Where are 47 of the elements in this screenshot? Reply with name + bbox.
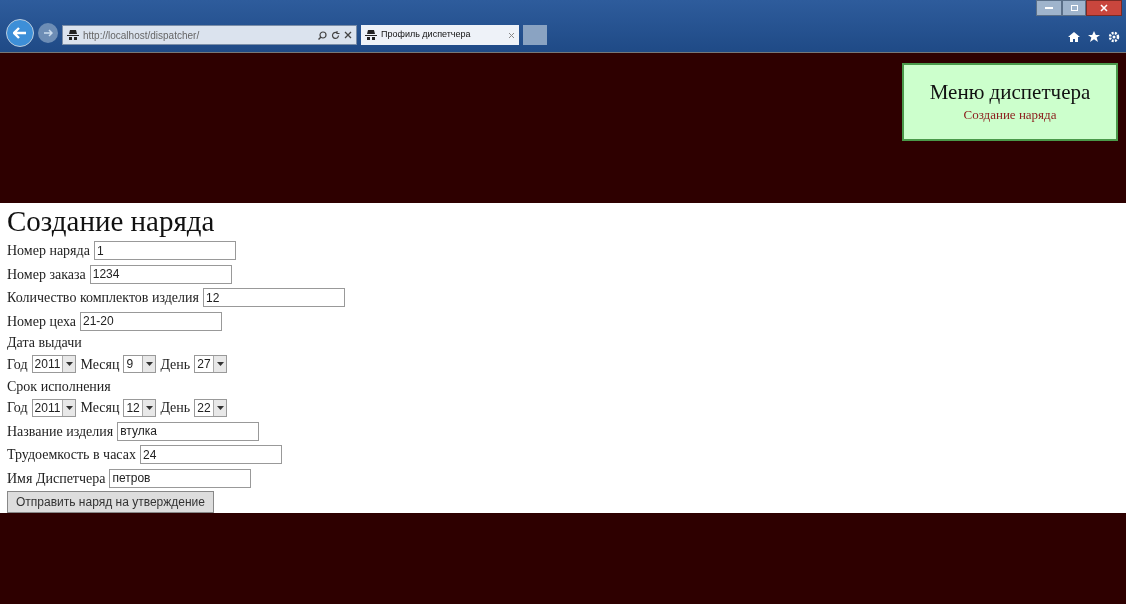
address-text: http://localhost/dispatcher/ (83, 28, 201, 43)
settings-icon[interactable] (1108, 31, 1120, 43)
close-icon[interactable] (508, 31, 515, 39)
address-bar[interactable]: http://localhost/dispatcher/ (62, 25, 357, 45)
date-label: Год (7, 355, 28, 374)
menu-link[interactable]: Создание наряда (963, 105, 1057, 125)
back-button[interactable] (6, 19, 34, 47)
section-label: Дата выдачи (7, 334, 82, 353)
star-icon[interactable] (1088, 31, 1100, 43)
stop-icon[interactable] (344, 31, 352, 39)
text-field[interactable]: 1 (93, 241, 236, 261)
home-icon[interactable] (1068, 31, 1080, 43)
field-label: Имя Диспетчера (7, 469, 106, 488)
forward-arrow-icon (43, 29, 53, 37)
site-icon (67, 30, 79, 40)
refresh-icon[interactable] (331, 30, 340, 40)
forward-button[interactable] (38, 23, 58, 43)
date-label: День (160, 355, 191, 374)
date-label: Месяц (80, 355, 120, 374)
site-icon (365, 30, 377, 40)
minimize-button[interactable] (1036, 0, 1062, 16)
field-label: Количество комплектов изделия (7, 289, 199, 308)
maximize-button[interactable] (1062, 0, 1086, 16)
submit-button[interactable]: Отправить наряд на утверждение (7, 490, 214, 513)
date-label: Год (7, 399, 28, 418)
field-label: Номер наряда (7, 242, 90, 261)
date-label: День (160, 399, 191, 418)
text-field[interactable]: 1234 (89, 264, 232, 284)
text-field[interactable]: 24 (139, 445, 282, 465)
date-label: Месяц (80, 399, 120, 418)
text-field[interactable]: втулка (117, 421, 260, 441)
field-label: Трудоемкость в часах (7, 446, 136, 465)
back-arrow-icon (13, 27, 27, 39)
page-heading: Создание наряда (7, 204, 216, 239)
close-button[interactable] (1086, 0, 1122, 16)
text-field[interactable]: 12 (202, 288, 345, 308)
text-field[interactable]: петров (109, 468, 252, 488)
close-icon (1100, 4, 1108, 12)
search-icon[interactable] (318, 30, 327, 40)
section-label: Срок исполнения (7, 377, 111, 396)
tab-title: Профиль диспетчера (381, 28, 472, 42)
text-field[interactable]: 21-20 (79, 311, 222, 331)
browser-tab[interactable]: Профиль диспетчера (361, 25, 519, 45)
field-label: Номер цеха (7, 312, 76, 331)
field-label: Номер заказа (7, 265, 86, 284)
field-label: Название изделия (7, 422, 114, 441)
menu-title: Меню диспетчера (929, 79, 1091, 106)
